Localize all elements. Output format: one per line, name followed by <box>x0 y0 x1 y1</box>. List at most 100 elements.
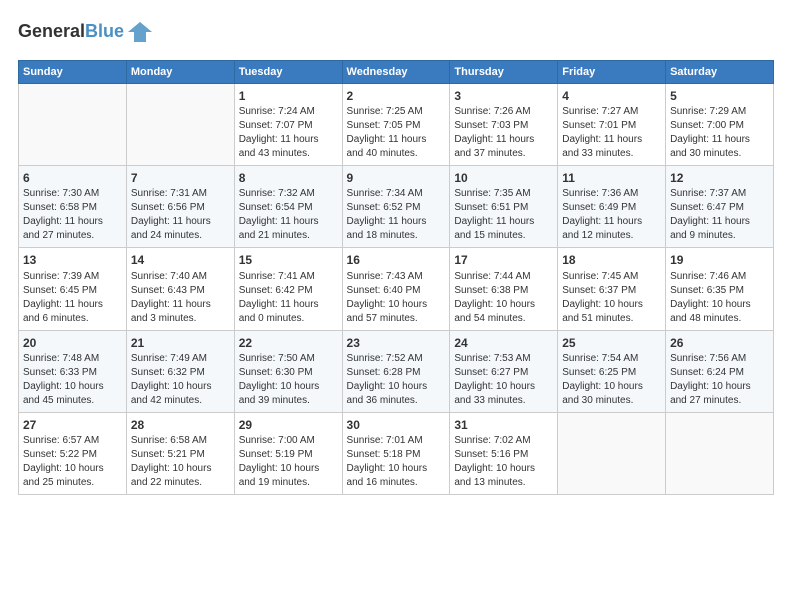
calendar-body: 1Sunrise: 7:24 AM Sunset: 7:07 PM Daylig… <box>19 84 774 495</box>
day-info: Sunrise: 7:52 AM Sunset: 6:28 PM Dayligh… <box>347 352 446 408</box>
day-number: 1 <box>239 88 338 104</box>
calendar-cell: 22Sunrise: 7:50 AM Sunset: 6:30 PM Dayli… <box>234 330 342 412</box>
day-number: 15 <box>239 252 338 268</box>
calendar-cell <box>126 84 234 166</box>
day-info: Sunrise: 7:02 AM Sunset: 5:16 PM Dayligh… <box>454 434 553 490</box>
day-number: 19 <box>670 252 769 268</box>
calendar-cell: 2Sunrise: 7:25 AM Sunset: 7:05 PM Daylig… <box>342 84 450 166</box>
calendar-cell: 8Sunrise: 7:32 AM Sunset: 6:54 PM Daylig… <box>234 166 342 248</box>
weekday-header: Monday <box>126 61 234 84</box>
calendar-cell: 10Sunrise: 7:35 AM Sunset: 6:51 PM Dayli… <box>450 166 558 248</box>
calendar-cell: 9Sunrise: 7:34 AM Sunset: 6:52 PM Daylig… <box>342 166 450 248</box>
day-info: Sunrise: 7:32 AM Sunset: 6:54 PM Dayligh… <box>239 187 338 243</box>
day-info: Sunrise: 7:31 AM Sunset: 6:56 PM Dayligh… <box>131 187 230 243</box>
day-info: Sunrise: 7:34 AM Sunset: 6:52 PM Dayligh… <box>347 187 446 243</box>
calendar-cell: 5Sunrise: 7:29 AM Sunset: 7:00 PM Daylig… <box>666 84 774 166</box>
day-number: 2 <box>347 88 446 104</box>
calendar-cell: 16Sunrise: 7:43 AM Sunset: 6:40 PM Dayli… <box>342 248 450 330</box>
day-number: 7 <box>131 170 230 186</box>
day-number: 24 <box>454 335 553 351</box>
calendar-cell <box>666 412 774 494</box>
calendar-cell: 1Sunrise: 7:24 AM Sunset: 7:07 PM Daylig… <box>234 84 342 166</box>
logo: GeneralBlue <box>18 18 154 46</box>
calendar-cell: 15 Sunrise: 7:41 AM Sunset: 6:42 PM Dayli… <box>234 248 342 330</box>
weekday-header: Friday <box>558 61 666 84</box>
day-number: 27 <box>23 417 122 433</box>
calendar-cell: 29Sunrise: 7:00 AM Sunset: 5:19 PM Dayli… <box>234 412 342 494</box>
day-number: 8 <box>239 170 338 186</box>
day-number: 30 <box>347 417 446 433</box>
day-number: 26 <box>670 335 769 351</box>
page-container: GeneralBlue SundayMondayTuesdayWednesday… <box>0 0 792 505</box>
calendar-cell: 17 Sunrise: 7:44 AM Sunset: 6:38 PM Dayli… <box>450 248 558 330</box>
weekday-header: Wednesday <box>342 61 450 84</box>
day-info: Sunrise: 7:50 AM Sunset: 6:30 PM Dayligh… <box>239 352 338 408</box>
calendar-week: 13 Sunrise: 7:39 AM Sunset: 6:45 PM Dayli… <box>19 248 774 330</box>
calendar-cell <box>558 412 666 494</box>
day-info: Sunrise: 7:27 AM Sunset: 7:01 PM Dayligh… <box>562 105 661 161</box>
day-info: Sunrise: 7:29 AM Sunset: 7:00 PM Dayligh… <box>670 105 769 161</box>
header-row: SundayMondayTuesdayWednesdayThursdayFrid… <box>19 61 774 84</box>
calendar-week: 20Sunrise: 7:48 AM Sunset: 6:33 PM Dayli… <box>19 330 774 412</box>
calendar-cell: 12Sunrise: 7:37 AM Sunset: 6:47 PM Dayli… <box>666 166 774 248</box>
day-number: 18 <box>562 252 661 268</box>
day-number: 20 <box>23 335 122 351</box>
calendar-cell: 21Sunrise: 7:49 AM Sunset: 6:32 PM Dayli… <box>126 330 234 412</box>
day-number: 14 <box>131 252 230 268</box>
day-info: Sunrise: 7:24 AM Sunset: 7:07 PM Dayligh… <box>239 105 338 161</box>
weekday-header: Thursday <box>450 61 558 84</box>
day-number: 16 <box>347 252 446 268</box>
calendar-cell: 6Sunrise: 7:30 AM Sunset: 6:58 PM Daylig… <box>19 166 127 248</box>
day-info: Sunrise: 7:39 AM Sunset: 6:45 PM Dayligh… <box>23 270 122 326</box>
day-info: Sunrise: 7:37 AM Sunset: 6:47 PM Dayligh… <box>670 187 769 243</box>
day-number: 13 <box>23 252 122 268</box>
day-info: Sunrise: 7:41 AM Sunset: 6:42 PM Dayligh… <box>239 270 338 326</box>
day-number: 11 <box>562 170 661 186</box>
calendar-cell: 30Sunrise: 7:01 AM Sunset: 5:18 PM Dayli… <box>342 412 450 494</box>
day-info: Sunrise: 7:35 AM Sunset: 6:51 PM Dayligh… <box>454 187 553 243</box>
day-info: Sunrise: 6:58 AM Sunset: 5:21 PM Dayligh… <box>131 434 230 490</box>
day-info: Sunrise: 7:36 AM Sunset: 6:49 PM Dayligh… <box>562 187 661 243</box>
day-number: 23 <box>347 335 446 351</box>
calendar-table: SundayMondayTuesdayWednesdayThursdayFrid… <box>18 60 774 495</box>
day-number: 12 <box>670 170 769 186</box>
day-info: Sunrise: 7:00 AM Sunset: 5:19 PM Dayligh… <box>239 434 338 490</box>
calendar-cell: 24Sunrise: 7:53 AM Sunset: 6:27 PM Dayli… <box>450 330 558 412</box>
day-number: 25 <box>562 335 661 351</box>
day-info: Sunrise: 7:30 AM Sunset: 6:58 PM Dayligh… <box>23 187 122 243</box>
calendar-cell: 20Sunrise: 7:48 AM Sunset: 6:33 PM Dayli… <box>19 330 127 412</box>
day-number: 9 <box>347 170 446 186</box>
calendar-cell: 23Sunrise: 7:52 AM Sunset: 6:28 PM Dayli… <box>342 330 450 412</box>
day-info: Sunrise: 7:40 AM Sunset: 6:43 PM Dayligh… <box>131 270 230 326</box>
calendar-cell: 28Sunrise: 6:58 AM Sunset: 5:21 PM Dayli… <box>126 412 234 494</box>
calendar-cell: 26Sunrise: 7:56 AM Sunset: 6:24 PM Dayli… <box>666 330 774 412</box>
day-number: 22 <box>239 335 338 351</box>
day-number: 3 <box>454 88 553 104</box>
day-info: Sunrise: 7:49 AM Sunset: 6:32 PM Dayligh… <box>131 352 230 408</box>
calendar-week: 27Sunrise: 6:57 AM Sunset: 5:22 PM Dayli… <box>19 412 774 494</box>
calendar-cell: 27Sunrise: 6:57 AM Sunset: 5:22 PM Dayli… <box>19 412 127 494</box>
day-number: 29 <box>239 417 338 433</box>
calendar-week: 1Sunrise: 7:24 AM Sunset: 7:07 PM Daylig… <box>19 84 774 166</box>
calendar-cell: 18Sunrise: 7:45 AM Sunset: 6:37 PM Dayli… <box>558 248 666 330</box>
calendar-week: 6Sunrise: 7:30 AM Sunset: 6:58 PM Daylig… <box>19 166 774 248</box>
weekday-header: Sunday <box>19 61 127 84</box>
day-info: Sunrise: 7:54 AM Sunset: 6:25 PM Dayligh… <box>562 352 661 408</box>
day-info: Sunrise: 7:53 AM Sunset: 6:27 PM Dayligh… <box>454 352 553 408</box>
calendar-header: SundayMondayTuesdayWednesdayThursdayFrid… <box>19 61 774 84</box>
day-number: 6 <box>23 170 122 186</box>
day-info: Sunrise: 7:01 AM Sunset: 5:18 PM Dayligh… <box>347 434 446 490</box>
calendar-cell: 3Sunrise: 7:26 AM Sunset: 7:03 PM Daylig… <box>450 84 558 166</box>
day-number: 17 <box>454 252 553 268</box>
day-info: Sunrise: 7:46 AM Sunset: 6:35 PM Dayligh… <box>670 270 769 326</box>
day-info: Sunrise: 7:26 AM Sunset: 7:03 PM Dayligh… <box>454 105 553 161</box>
calendar-cell <box>19 84 127 166</box>
day-info: Sunrise: 6:57 AM Sunset: 5:22 PM Dayligh… <box>23 434 122 490</box>
day-number: 4 <box>562 88 661 104</box>
day-info: Sunrise: 7:44 AM Sunset: 6:38 PM Dayligh… <box>454 270 553 326</box>
calendar-cell: 19 Sunrise: 7:46 AM Sunset: 6:35 PM Dayli… <box>666 248 774 330</box>
calendar-cell: 14 Sunrise: 7:40 AM Sunset: 6:43 PM Dayli… <box>126 248 234 330</box>
day-number: 10 <box>454 170 553 186</box>
weekday-header: Saturday <box>666 61 774 84</box>
calendar-cell: 11Sunrise: 7:36 AM Sunset: 6:49 PM Dayli… <box>558 166 666 248</box>
